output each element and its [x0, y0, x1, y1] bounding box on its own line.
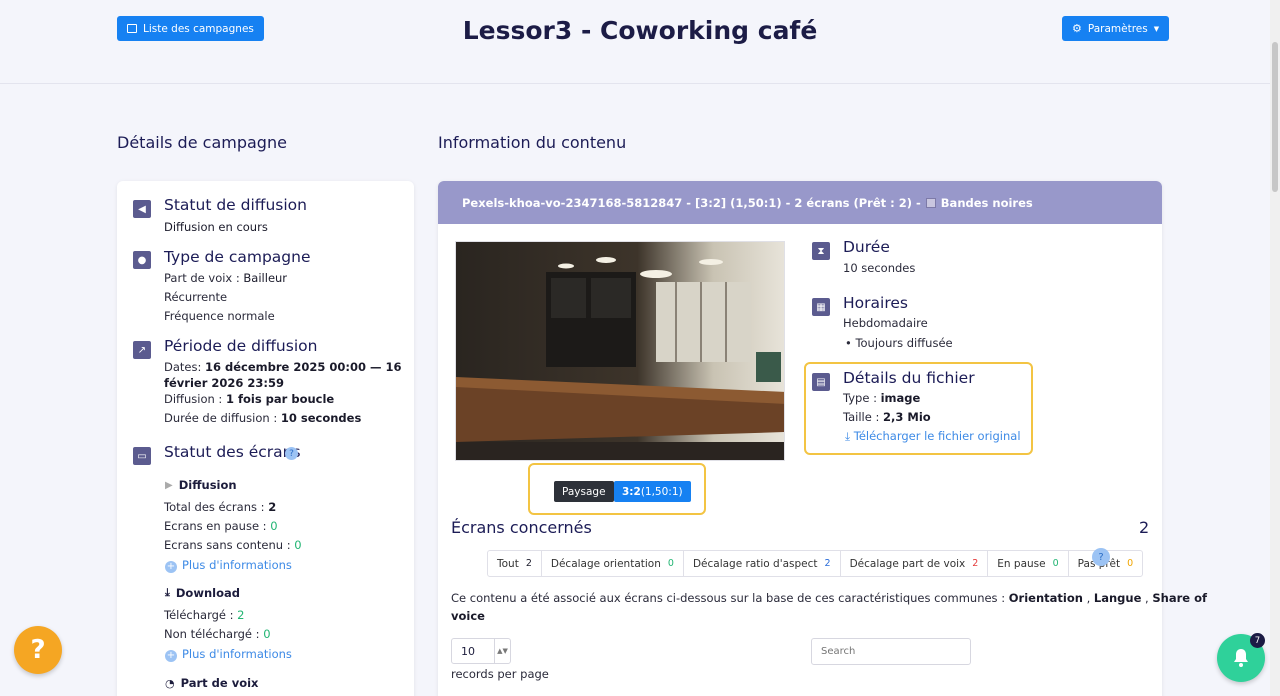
schedule-value: Hebdomadaire [843, 316, 928, 330]
notifications-count-badge: 7 [1250, 633, 1265, 648]
screens-concerned-count: 2 [1139, 518, 1150, 537]
total-screens-line: Total des écrans : 2 [164, 500, 277, 514]
file-type-line: Type : image [843, 391, 921, 405]
settings-label: Paramètres [1087, 22, 1148, 35]
downloaded-line: Téléchargé : 2 [164, 608, 245, 622]
download-icon: ⤓ [165, 586, 170, 599]
search-input[interactable] [811, 638, 971, 665]
content-header-bar: Pexels-khoa-vo-2347168-5812847 - [3:2] (… [438, 181, 1162, 224]
orientation-pill: Paysage [554, 481, 614, 502]
chart-line-icon: ↗ [133, 341, 151, 359]
no-content-screens-line: Ecrans sans contenu : 0 [164, 538, 302, 552]
select-arrow-icon: ▲▼ [494, 639, 510, 663]
content-preview-image [455, 241, 785, 461]
file-details-title: Détails du fichier [843, 369, 975, 387]
dates-line-2: février 2026 23:59 [164, 376, 285, 390]
duration-line: Durée de diffusion : 10 secondes [164, 411, 362, 425]
plus-circle-icon: + [165, 560, 177, 573]
diffusion-line: Diffusion : 1 fois par boucle [164, 392, 335, 406]
caret-down-icon: ▼ [1153, 24, 1160, 33]
tab-orientation-mismatch[interactable]: Décalage orientation 0 [542, 551, 684, 576]
share-of-voice-header: ◔ Part de voix [165, 676, 259, 690]
megaphone-icon: ◀ [133, 200, 151, 218]
calendar-icon: ▦ [812, 298, 830, 316]
more-info-link-1[interactable]: + Plus d'informations [165, 558, 292, 573]
records-per-page-label: records per page [451, 667, 549, 681]
campaign-details-title: Détails de campagne [117, 133, 287, 152]
campaign-type-icon: ● [133, 251, 151, 269]
records-per-page-select[interactable]: 10 ▲▼ [451, 638, 511, 664]
file-icon: ▤ [812, 373, 830, 391]
screens-concerned-title: Écrans concernés [451, 518, 592, 537]
download-original-link[interactable]: ⤓ Télécharger le fichier original [845, 429, 1021, 444]
screens-description: Ce contenu a été associé aux écrans ci-d… [451, 591, 1207, 605]
screens-status-title: Statut des écrans [164, 443, 301, 461]
recurrence-line: Récurrente [164, 290, 228, 304]
dates-line: Dates: 16 décembre 2025 00:00 — 16 [164, 360, 402, 374]
campaign-type-title: Type de campagne [164, 248, 311, 266]
settings-button[interactable]: ⚙ Paramètres ▼ [1062, 16, 1170, 41]
bell-icon [1234, 649, 1248, 667]
duration-value: 10 secondes [843, 261, 916, 275]
download-icon: ⤓ [845, 429, 854, 443]
screens-filter-help-icon[interactable]: ? [1092, 548, 1110, 566]
tab-aspect-ratio-mismatch[interactable]: Décalage ratio d'aspect 2 [684, 551, 841, 576]
not-downloaded-line: Non téléchargé : 0 [164, 627, 271, 641]
content-header-tail: Bandes noires [940, 195, 1033, 210]
screens-filter-tabs: Tout 2 Décalage orientation 0 Décalage rat… [487, 550, 1144, 577]
schedule-title: Horaires [843, 294, 908, 312]
more-info-link-2[interactable]: + Plus d'informations [165, 647, 292, 662]
monitor-icon: ▭ [133, 447, 151, 465]
play-icon: ▶ [165, 479, 173, 491]
plus-circle-icon: + [165, 649, 177, 662]
hourglass-icon: ⧗ [812, 242, 830, 260]
file-size-line: Taille : 2,3 Mio [843, 410, 931, 424]
screens-description-2: voice [451, 609, 485, 623]
broadcast-status-title: Statut de diffusion [164, 196, 307, 214]
page-scrollbar-thumb[interactable] [1272, 42, 1278, 192]
diffusion-header: ▶ Diffusion [165, 478, 237, 492]
tab-share-of-voice-mismatch[interactable]: Décalage part de voix 2 [841, 551, 989, 576]
download-header: ⤓ Download [165, 586, 240, 600]
pie-chart-icon: ◔ [165, 676, 175, 690]
black-bars-icon [925, 197, 936, 208]
frequency-line: Fréquence normale [164, 309, 275, 323]
duration-title: Durée [843, 238, 890, 256]
help-fab-button[interactable]: ? [14, 626, 62, 674]
schedule-bullet: • Toujours diffusée [845, 336, 953, 350]
paused-screens-line: Ecrans en pause : 0 [164, 519, 278, 533]
screens-status-help-icon[interactable]: ? [285, 447, 298, 460]
ratio-pill: 3:2 (1,50:1) [614, 481, 691, 502]
tab-all[interactable]: Tout 2 [488, 551, 542, 576]
tab-paused[interactable]: En pause 0 [988, 551, 1069, 576]
period-title: Période de diffusion [164, 337, 318, 355]
content-header-text: Pexels-khoa-vo-2347168-5812847 - [3:2] (… [462, 195, 921, 210]
gears-icon: ⚙ [1072, 22, 1082, 35]
broadcast-status-value: Diffusion en cours [164, 220, 268, 234]
share-of-voice-line: Part de voix : Bailleur [164, 271, 288, 285]
content-info-title: Information du contenu [438, 133, 627, 152]
